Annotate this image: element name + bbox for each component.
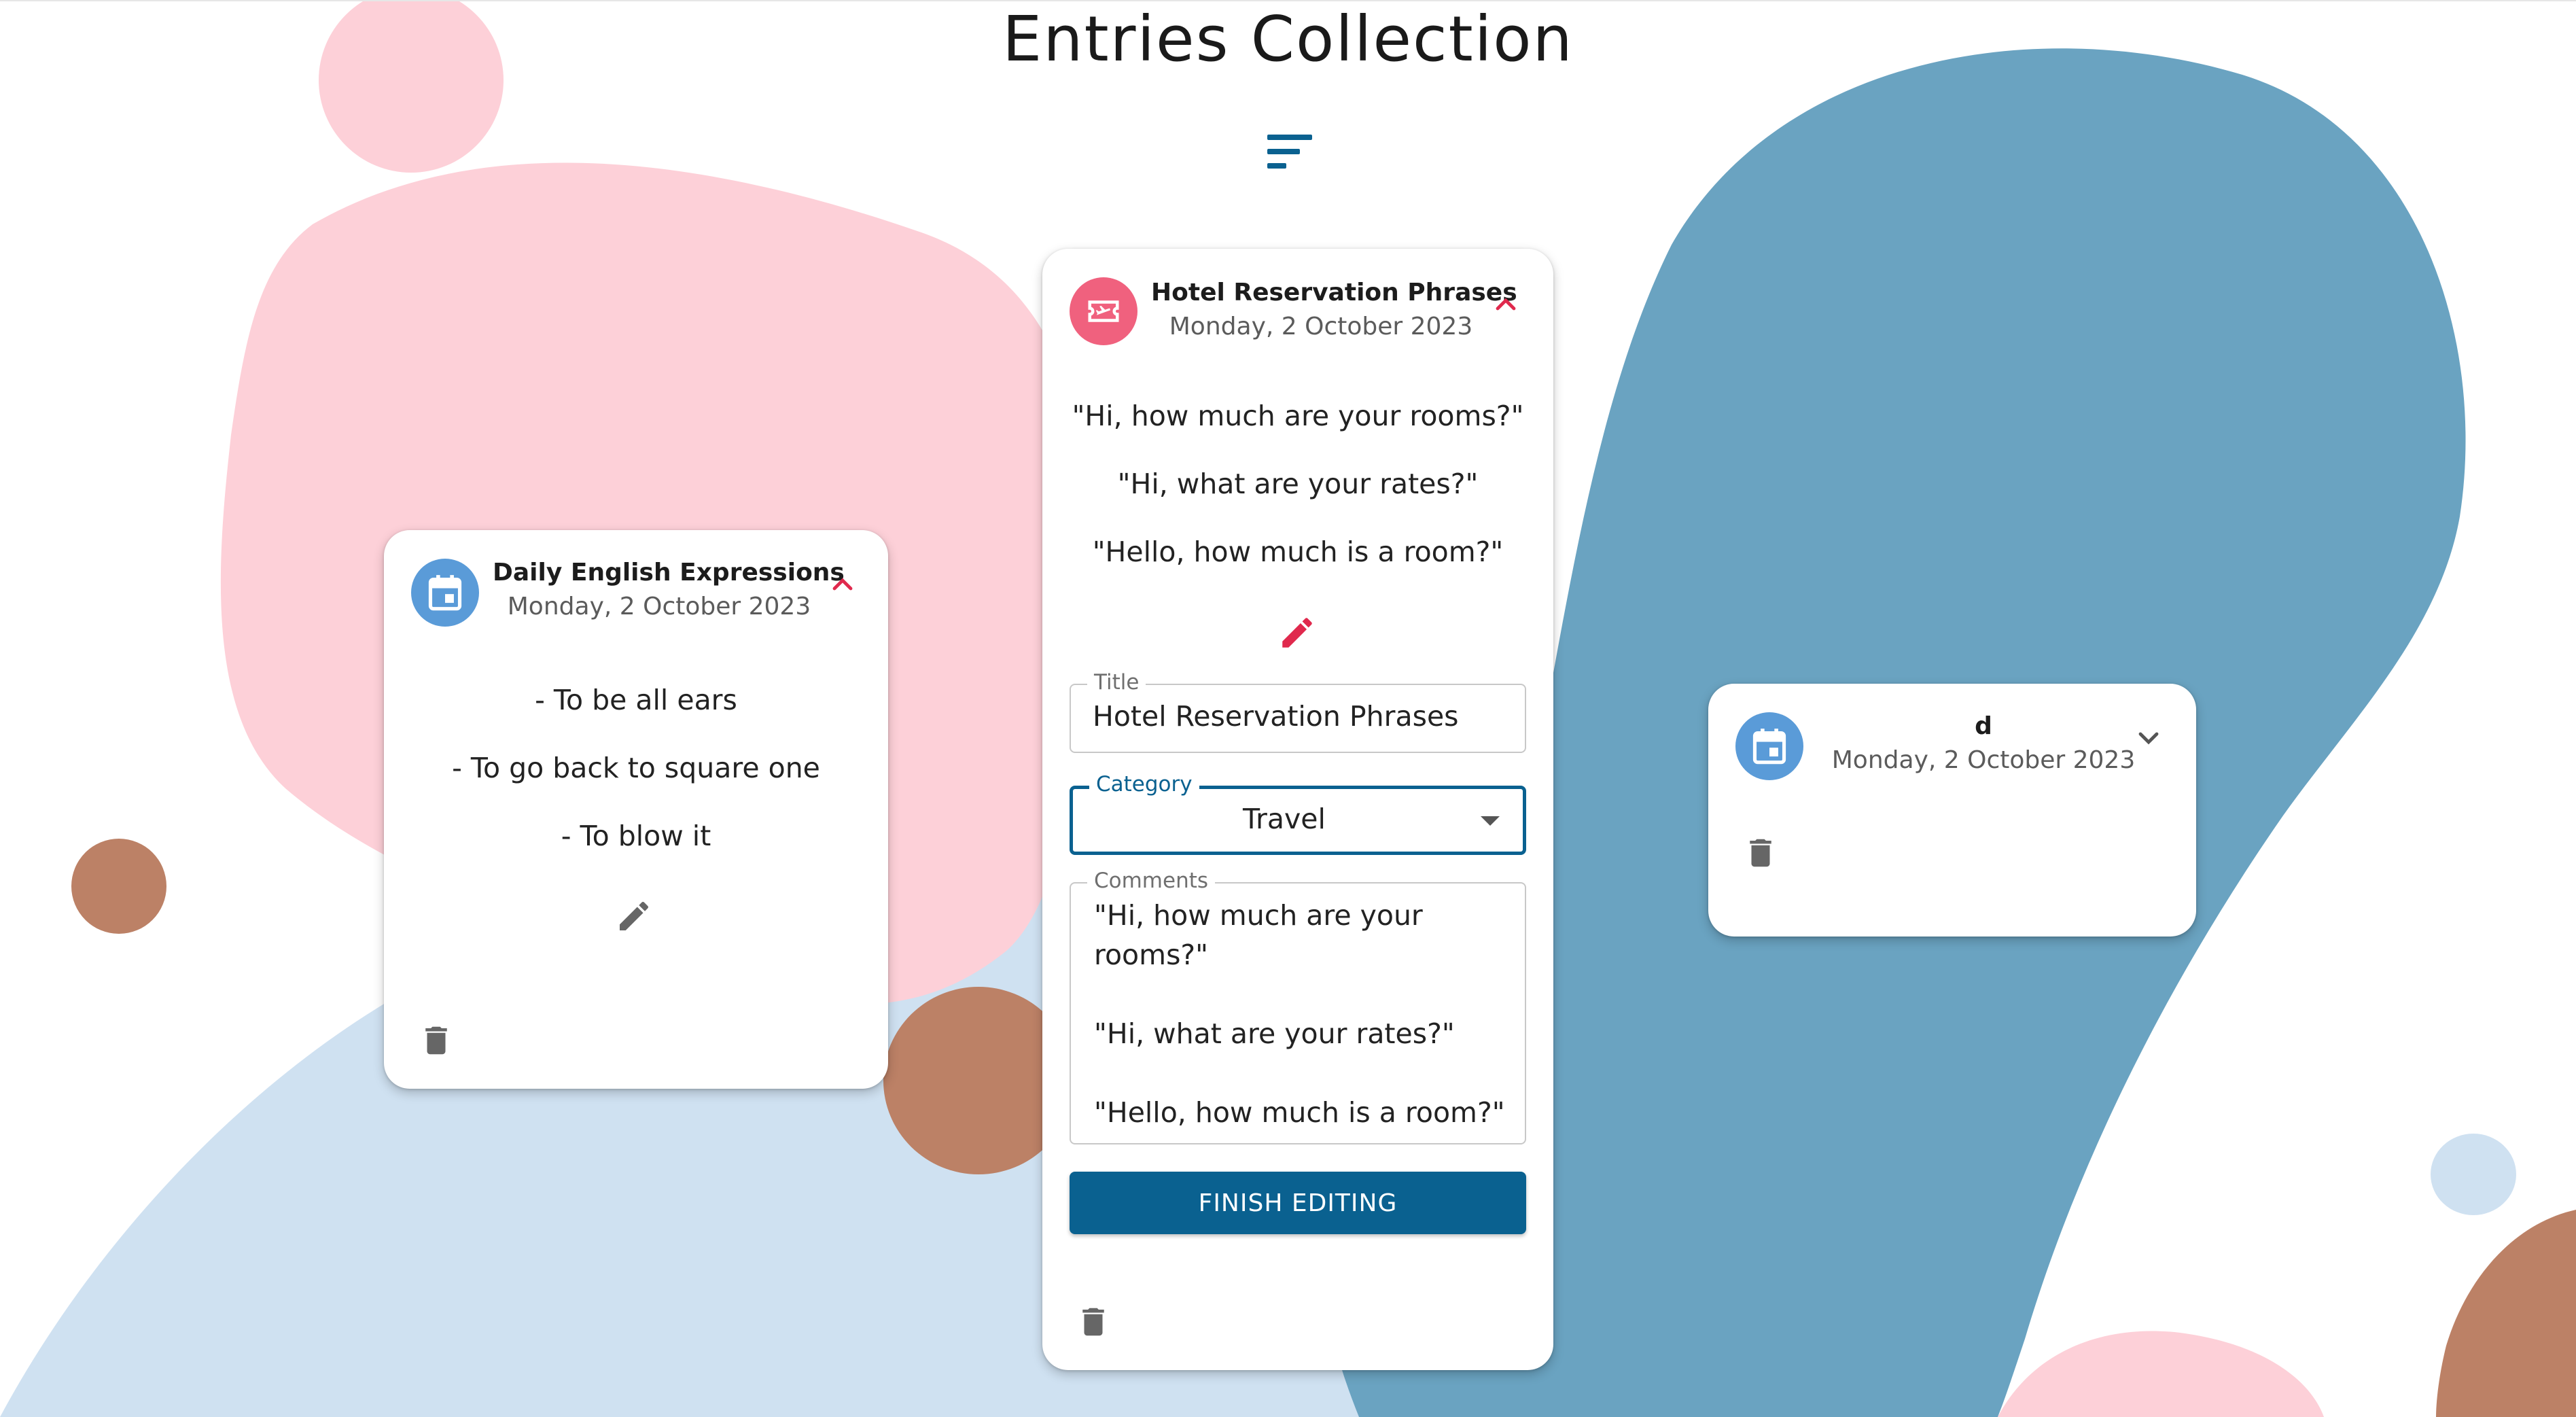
expand-chevron-icon[interactable] <box>2132 722 2165 754</box>
entry-line: - To be all ears <box>535 684 737 716</box>
brown-dot-left <box>71 839 166 934</box>
sort-icon-bar-3 <box>1267 163 1286 169</box>
entry-line: "Hello, how much is a room?" <box>1092 536 1504 568</box>
entry-line: "Hi, how much are your rooms?" <box>1072 400 1524 432</box>
entry-title: d <box>1975 712 1992 740</box>
top-border <box>0 0 2576 1</box>
entry-category-avatar <box>1735 712 1803 780</box>
edit-pencil-icon[interactable] <box>615 897 653 935</box>
entry-title: Daily English Expressions <box>493 559 845 587</box>
comments-label: Comments <box>1087 869 1216 893</box>
delete-trash-icon[interactable] <box>1075 1302 1112 1342</box>
finish-editing-button[interactable]: FINISH EDITING <box>1070 1172 1526 1234</box>
sort-icon-bar-1 <box>1267 135 1312 140</box>
title-field-label: Title <box>1087 670 1146 695</box>
pink-blob-bottom <box>1998 1331 2324 1417</box>
entry-card-hotel-reservation: Hotel Reservation Phrases Monday, 2 Octo… <box>1042 249 1553 1370</box>
delete-trash-icon[interactable] <box>418 1021 455 1060</box>
category-select[interactable]: Category Travel <box>1070 772 1526 855</box>
entry-date: Monday, 2 October 2023 <box>1831 746 2136 774</box>
category-select-value: Travel <box>1243 803 1326 835</box>
calendar-icon <box>428 575 462 611</box>
entry-category-avatar <box>411 559 479 627</box>
category-select-label: Category <box>1089 772 1199 797</box>
entry-category-avatar <box>1070 277 1137 345</box>
entry-date: Monday, 2 October 2023 <box>507 593 811 620</box>
dropdown-arrow-icon <box>1481 816 1500 826</box>
sort-icon-bar-2 <box>1267 149 1300 154</box>
comments-textarea[interactable]: Comments "Hi, how much are your rooms?" … <box>1070 869 1526 1144</box>
comments-text: "Hi, how much are your rooms?" "Hi, what… <box>1094 899 1505 1129</box>
entry-card-daily-english: Daily English Expressions Monday, 2 Octo… <box>384 530 888 1089</box>
title-field[interactable]: Title Hotel Reservation Phrases <box>1070 670 1526 753</box>
plane-ticket-icon <box>1088 300 1119 322</box>
sort-button[interactable] <box>1262 129 1318 174</box>
entry-date: Monday, 2 October 2023 <box>1169 313 1473 340</box>
delete-trash-icon[interactable] <box>1742 833 1779 873</box>
page-title: Entries Collection <box>1002 3 1574 75</box>
entry-line: "Hi, what are your rates?" <box>1117 468 1479 500</box>
title-field-value: Hotel Reservation Phrases <box>1093 700 1459 733</box>
collapse-chevron-icon[interactable] <box>1489 288 1522 321</box>
calendar-icon <box>1752 729 1786 765</box>
collapse-chevron-icon[interactable] <box>826 568 859 601</box>
entry-title: Hotel Reservation Phrases <box>1151 279 1517 307</box>
brown-blob-corner <box>2436 1210 2576 1417</box>
edit-pencil-icon[interactable] <box>1277 613 1317 652</box>
entry-line: - To go back to square one <box>452 752 820 784</box>
light-blue-dot <box>2431 1134 2516 1215</box>
entry-line: - To blow it <box>561 820 711 852</box>
entry-card-d: d Monday, 2 October 2023 <box>1708 684 2196 937</box>
